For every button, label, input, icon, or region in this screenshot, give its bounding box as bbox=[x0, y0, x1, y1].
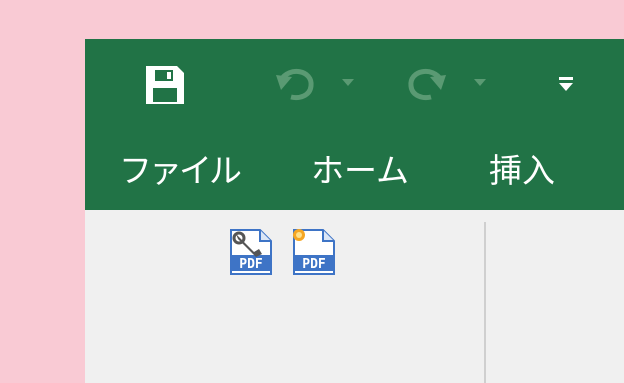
ribbon-content: PDF PDF bbox=[85, 210, 624, 383]
undo-icon[interactable] bbox=[275, 64, 319, 104]
ribbon-tabs: ファイル ホーム 挿入 bbox=[85, 129, 624, 210]
quick-access-toolbar bbox=[85, 39, 624, 129]
customize-qat-icon[interactable] bbox=[558, 77, 574, 93]
redo-dropdown-icon[interactable] bbox=[474, 79, 486, 87]
redo-icon[interactable] bbox=[403, 64, 447, 104]
pdf-settings-icon[interactable]: PDF bbox=[228, 228, 274, 276]
excel-window: ファイル ホーム 挿入 PDF PDF bbox=[85, 39, 624, 383]
tab-home[interactable]: ホーム bbox=[311, 151, 409, 191]
ribbon-group-divider bbox=[484, 222, 486, 383]
save-icon[interactable] bbox=[143, 63, 187, 107]
tab-insert[interactable]: 挿入 bbox=[489, 151, 555, 191]
svg-text:PDF: PDF bbox=[302, 257, 326, 272]
undo-dropdown-icon[interactable] bbox=[342, 79, 354, 87]
pdf-create-icon[interactable]: PDF bbox=[291, 228, 337, 276]
svg-text:PDF: PDF bbox=[239, 257, 263, 272]
tab-file[interactable]: ファイル bbox=[119, 151, 242, 191]
